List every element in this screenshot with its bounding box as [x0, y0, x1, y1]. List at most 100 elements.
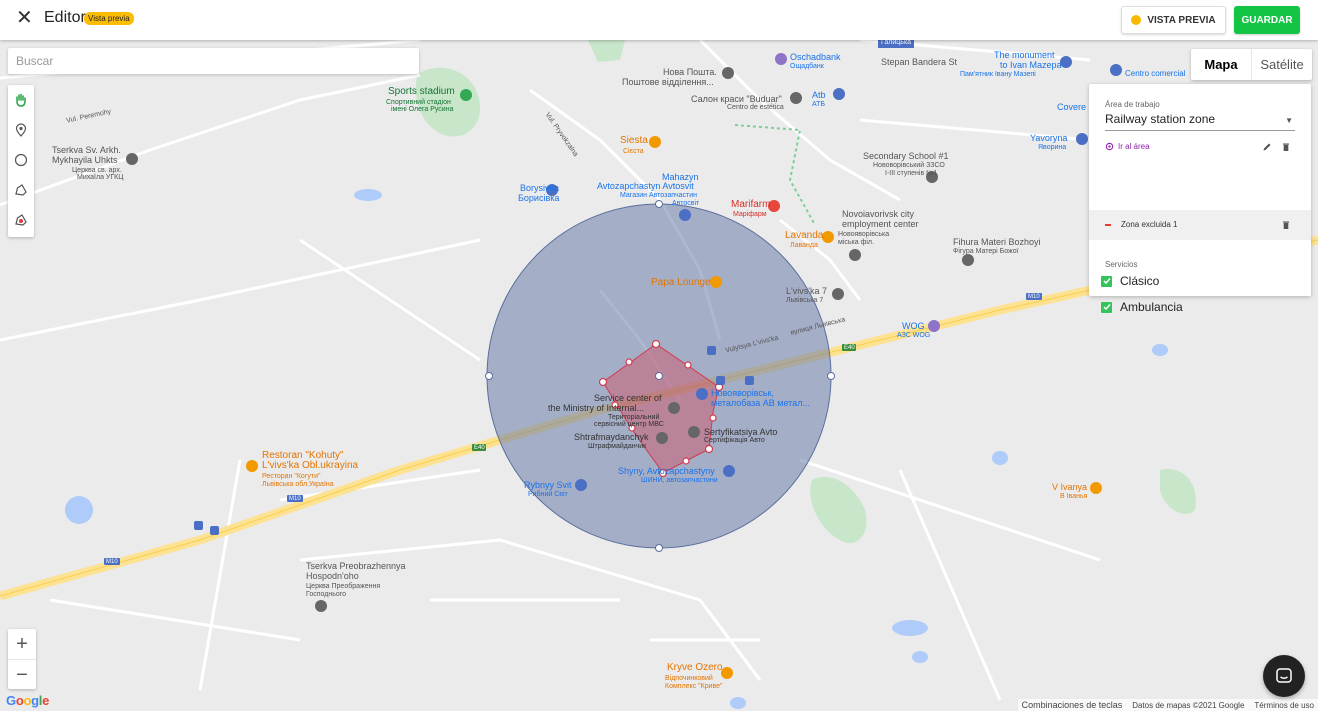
- map-label: Hospodn'oho: [306, 571, 359, 581]
- map-label: Atb: [812, 90, 826, 100]
- map-label: Centro comercial: [1125, 69, 1186, 78]
- map-label: Sports stadium: [388, 86, 455, 97]
- map-label: Львівська 7: [786, 297, 824, 304]
- map-label: Tserkva Preobrazhennya: [306, 561, 406, 571]
- work-area-panel: Área de trabajo Railway station zone ▼ I…: [1089, 84, 1311, 314]
- edit-area-button[interactable]: [1260, 140, 1274, 154]
- map-label: Kryve Ozero: [667, 662, 723, 673]
- map-label: Михаїла УГКЦ: [77, 174, 124, 181]
- road-shield-label: E40: [474, 445, 485, 451]
- map-label: металобаза АВ метал...: [711, 398, 810, 408]
- map-label: Рибний Світ: [528, 491, 568, 498]
- map-label: Novoiavorivsk city: [842, 209, 915, 219]
- service-clasico-checkbox[interactable]: Clásico: [1101, 274, 1159, 288]
- map-label: Centro de estética: [727, 104, 784, 111]
- chevron-down-icon: ▼: [1285, 116, 1293, 125]
- map-label: Львівська обл.Україна: [262, 481, 334, 488]
- map-label: Shyny, Avtozapchastyny: [618, 466, 715, 476]
- map-label: імені Олега Русина: [391, 106, 454, 113]
- map-label: Сертифікація Авто: [704, 437, 765, 444]
- map-label: Secondary School #1: [863, 151, 949, 161]
- preview-button[interactable]: VISTA PREVIA: [1121, 6, 1226, 34]
- map-label: Papa Lounge: [651, 277, 711, 288]
- preview-button-label: VISTA PREVIA: [1147, 14, 1216, 26]
- map-footer: Combinaciones de teclas Datos de mapas ©…: [1017, 699, 1318, 711]
- road-shield-label: M10: [106, 559, 118, 565]
- work-area-select[interactable]: Railway station zone ▼: [1105, 112, 1295, 131]
- page-title: Editor: [44, 9, 86, 26]
- warning-icon: [1131, 15, 1142, 25]
- map-label: Covere: [1057, 102, 1087, 112]
- map-label: Mykhayila Uhkts: [52, 155, 118, 165]
- road-shield-label: M10: [289, 496, 301, 502]
- zoom-in-button[interactable]: +: [8, 629, 36, 660]
- pencil-icon: [1263, 143, 1271, 151]
- polygon-tool-button[interactable]: [8, 175, 34, 205]
- trash-icon: [1283, 221, 1289, 229]
- zoom-out-button[interactable]: −: [8, 660, 36, 690]
- map-data-attribution: Datos de mapas ©2021 Google: [1132, 700, 1245, 710]
- map-label: Фігура Матері Божої: [953, 248, 1019, 255]
- close-icon[interactable]: ✕: [16, 8, 33, 28]
- service-ambulancia-checkbox[interactable]: Ambulancia: [1101, 300, 1183, 314]
- map-label: ШИНИ, автозапчастини: [641, 477, 718, 484]
- checkbox-checked-icon: [1101, 275, 1112, 287]
- map-type-map[interactable]: Mapa: [1191, 49, 1251, 80]
- search-input[interactable]: [8, 48, 419, 74]
- map-label: Tserkva Sv. Arkh.: [52, 145, 121, 155]
- google-logo[interactable]: Google: [6, 693, 49, 708]
- map-label: the Ministry of Internal...: [548, 403, 645, 413]
- excluded-zone-row[interactable]: Zona excluida 1: [1089, 210, 1311, 240]
- work-area-value: Railway station zone: [1105, 112, 1216, 126]
- exclude-zone-tool-button[interactable]: [8, 205, 34, 235]
- excluded-zone-color: [1105, 224, 1111, 226]
- terms-link[interactable]: Términos de uso: [1254, 701, 1314, 710]
- map-label: Rybnyy Svit: [524, 480, 572, 490]
- map-label: Siesta: [620, 135, 648, 146]
- marker-tool-button[interactable]: [8, 115, 34, 145]
- zoom-control: + −: [8, 629, 36, 689]
- chat-icon: [1276, 668, 1292, 683]
- map-label: АЗС WOG: [897, 332, 931, 339]
- map-label: Поштове відділення...: [622, 77, 714, 87]
- services-label: Servicios: [1105, 260, 1138, 269]
- chat-button[interactable]: [1263, 655, 1305, 697]
- map-label: Лаванда: [790, 242, 818, 249]
- trash-icon: [1283, 143, 1289, 151]
- map-label: Сієста: [623, 148, 644, 155]
- pin-icon: [15, 123, 27, 137]
- circle-tool-button[interactable]: [8, 145, 34, 175]
- road-shield-label: M10: [1028, 294, 1040, 300]
- map-label: Автосвіт: [672, 200, 700, 207]
- street-label: Галицька: [878, 40, 915, 48]
- map-canvas[interactable]: Sports stadium Спортивний стадіон імені …: [0, 40, 1318, 711]
- editor-header: ✕ Editor Vista previa VISTA PREVIA GUARD…: [0, 0, 1318, 40]
- save-button[interactable]: GUARDAR: [1234, 6, 1300, 34]
- hand-tool-button[interactable]: [8, 85, 34, 115]
- polygon-icon: [15, 184, 27, 196]
- map-type-satellite[interactable]: Satélite: [1251, 49, 1312, 80]
- exclude-zone-icon: [15, 214, 27, 226]
- map-label: АТБ: [812, 101, 825, 108]
- map-label: Yavoryna: [1030, 133, 1068, 143]
- go-to-area-link[interactable]: Ir al área: [1105, 142, 1150, 151]
- map-label: В Іванья: [1060, 493, 1088, 500]
- map-label: Новояворівськ,: [711, 388, 775, 398]
- map-label: V Ivanya: [1052, 482, 1088, 492]
- keyboard-shortcuts-link[interactable]: Combinaciones de teclas: [1022, 700, 1123, 710]
- drawing-toolbar: [8, 85, 34, 237]
- map-label: The monument: [994, 50, 1055, 60]
- map-label: Shtrafmaydanchyk: [574, 432, 649, 442]
- excluded-zone-label: Zona excluida 1: [1121, 220, 1178, 229]
- delete-excluded-zone-button[interactable]: [1279, 218, 1293, 232]
- service-label: Clásico: [1120, 274, 1160, 288]
- map-label: Комплекс "Криве": [665, 683, 723, 690]
- map-label: Marifarm: [731, 199, 771, 210]
- map-label: Пам'ятник Івану Мазепі: [960, 71, 1036, 78]
- preview-badge: Vista previa: [84, 12, 134, 25]
- map-label: Борисівка: [518, 193, 560, 203]
- map-label: Нова Пошта.: [663, 67, 717, 77]
- map-label: Марiфарм: [733, 211, 767, 218]
- road-shield-label: E40: [844, 345, 855, 351]
- delete-area-button[interactable]: [1279, 140, 1293, 154]
